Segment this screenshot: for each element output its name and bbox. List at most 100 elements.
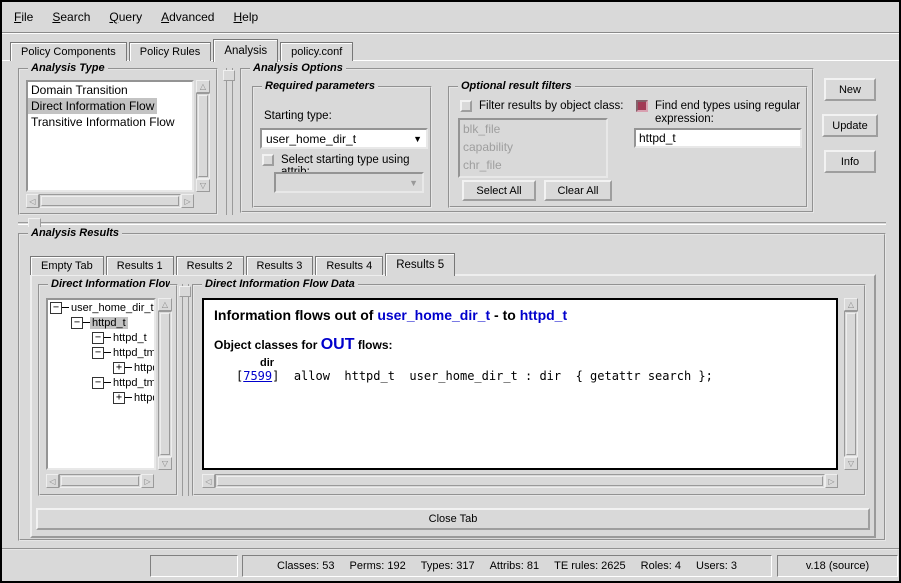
- scroll-track[interactable]: [844, 311, 858, 457]
- status-version-box: v.18 (source): [777, 555, 898, 577]
- tree-connector: [104, 352, 111, 353]
- required-parameters-panel: Required parameters Starting type: user_…: [252, 86, 432, 208]
- tab-analysis[interactable]: Analysis: [213, 39, 278, 62]
- tree-vscrollbar[interactable]: △ ▽: [158, 298, 172, 470]
- starting-type-combobox[interactable]: user_home_dir_t ▼: [260, 128, 428, 149]
- tab-results-2[interactable]: Results 2: [176, 256, 244, 275]
- scroll-left-icon[interactable]: ◁: [46, 474, 59, 488]
- tree-expander-icon[interactable]: −: [92, 332, 104, 344]
- flow-source-type: user_home_dir_t: [377, 307, 490, 323]
- tree-expander-icon[interactable]: −: [50, 302, 62, 314]
- tree-expander-icon[interactable]: −: [92, 377, 104, 389]
- scroll-left-icon[interactable]: ◁: [26, 194, 39, 208]
- analysis-type-option[interactable]: Domain Transition: [28, 82, 131, 98]
- tab-policy-components[interactable]: Policy Components: [10, 42, 127, 61]
- scroll-up-icon[interactable]: △: [844, 298, 858, 311]
- flow-data-panel: Direct Information Flow Data Information…: [192, 284, 866, 496]
- analysis-type-vscrollbar[interactable]: △ ▽: [196, 80, 210, 192]
- regex-checkbox[interactable]: [636, 100, 648, 112]
- dropdown-arrow-icon[interactable]: ▼: [413, 134, 422, 144]
- scroll-thumb[interactable]: [846, 313, 856, 455]
- menu-help[interactable]: Help: [233, 10, 258, 24]
- menu-search[interactable]: Search: [52, 10, 90, 24]
- results-vertical-sash[interactable]: [182, 284, 189, 496]
- filter-by-class-row: Filter results by object class:: [460, 100, 623, 112]
- scroll-down-icon[interactable]: ▽: [158, 457, 172, 470]
- menu-advanced[interactable]: Advanced: [161, 10, 214, 24]
- scroll-track[interactable]: [59, 474, 141, 488]
- tree-expander-icon[interactable]: +: [113, 362, 125, 374]
- analysis-options-panel: Analysis Options Required parameters Sta…: [240, 68, 814, 213]
- regex-checkbox-row: Find end types using regular expression:: [636, 100, 809, 126]
- sash-grip[interactable]: [223, 70, 235, 81]
- tree-hscrollbar[interactable]: ◁ ▷: [46, 474, 154, 488]
- scroll-left-icon[interactable]: ◁: [202, 474, 215, 488]
- scroll-right-icon[interactable]: ▷: [825, 474, 838, 488]
- data-hscrollbar[interactable]: ◁ ▷: [202, 474, 838, 488]
- tree-node[interactable]: −user_home_dir_t: [48, 300, 154, 315]
- analysis-results-panel: Analysis Results Empty Tab Results 1 Res…: [18, 233, 886, 541]
- tree-expander-icon[interactable]: −: [92, 347, 104, 359]
- scroll-thumb[interactable]: [198, 95, 208, 177]
- regex-input[interactable]: [634, 128, 802, 148]
- flow-data-text[interactable]: Information flows out of user_home_dir_t…: [202, 298, 838, 470]
- scroll-down-icon[interactable]: ▽: [844, 457, 858, 470]
- vertical-sash[interactable]: [226, 68, 233, 215]
- scroll-track[interactable]: [215, 474, 825, 488]
- scroll-right-icon[interactable]: ▷: [141, 474, 154, 488]
- rule-number-link[interactable]: 7599: [243, 369, 272, 383]
- analysis-type-list[interactable]: Domain Transition Direct Information Flo…: [26, 80, 194, 192]
- tree-node[interactable]: +httpd_t: [48, 390, 154, 405]
- sash-grip[interactable]: [179, 286, 191, 297]
- regex-checkbox-label: Find end types using regular expression:: [655, 100, 809, 126]
- attrib-checkbox[interactable]: [262, 154, 274, 166]
- scroll-thumb[interactable]: [217, 476, 823, 486]
- tree-node[interactable]: −httpd_tmp_t: [48, 345, 154, 360]
- analysis-type-option-selected[interactable]: Direct Information Flow: [28, 98, 157, 114]
- tab-policy-rules[interactable]: Policy Rules: [129, 42, 212, 61]
- analysis-type-hscrollbar[interactable]: ◁ ▷: [26, 194, 194, 208]
- scroll-right-icon[interactable]: ▷: [181, 194, 194, 208]
- tree-node[interactable]: +httpd_t: [48, 360, 154, 375]
- select-all-button[interactable]: Select All: [462, 180, 536, 201]
- scroll-thumb[interactable]: [41, 196, 179, 206]
- horizontal-sash[interactable]: [18, 222, 886, 225]
- scroll-up-icon[interactable]: △: [196, 80, 210, 93]
- tab-results-5[interactable]: Results 5: [385, 253, 455, 276]
- tree-node-selected[interactable]: −httpd_t: [48, 315, 154, 330]
- tab-policy-conf[interactable]: policy.conf: [280, 42, 353, 61]
- update-button[interactable]: Update: [822, 114, 878, 137]
- filter-by-class-checkbox[interactable]: [460, 100, 472, 112]
- tree-node[interactable]: −httpd_t: [48, 330, 154, 345]
- analysis-options-title: Analysis Options: [250, 62, 346, 74]
- stat-perms: Perms: 192: [350, 560, 406, 572]
- menu-file[interactable]: File: [14, 10, 33, 24]
- menu-query[interactable]: Query: [109, 10, 142, 24]
- analysis-type-option[interactable]: Transitive Information Flow: [28, 114, 178, 130]
- tab-results-3[interactable]: Results 3: [246, 256, 314, 275]
- tree-expander-icon[interactable]: −: [71, 317, 83, 329]
- tab-results-4[interactable]: Results 4: [315, 256, 383, 275]
- flow-tree[interactable]: −user_home_dir_t −httpd_t −httpd_t −http…: [46, 298, 156, 470]
- tree-expander-icon[interactable]: +: [113, 392, 125, 404]
- tab-results-1[interactable]: Results 1: [106, 256, 174, 275]
- close-tab-button[interactable]: Close Tab: [36, 508, 870, 530]
- tree-node[interactable]: −httpd_tmpfs_t: [48, 375, 154, 390]
- tab-empty-tab[interactable]: Empty Tab: [30, 256, 104, 275]
- status-stats-box: Classes: 53 Perms: 192 Types: 317 Attrib…: [242, 555, 772, 577]
- info-button[interactable]: Info: [824, 150, 876, 173]
- attrib-combobox: ▼: [274, 172, 424, 193]
- scroll-thumb[interactable]: [160, 313, 170, 455]
- clear-all-button[interactable]: Clear All: [544, 180, 612, 201]
- scroll-track[interactable]: [39, 194, 181, 208]
- object-class-list: blk_file capability chr_file: [458, 118, 608, 178]
- object-classes-line: Object classes for OUT flows:: [214, 336, 826, 354]
- scroll-track[interactable]: [158, 311, 172, 457]
- menu-bar: File Search Query Advanced Help: [2, 2, 899, 32]
- scroll-down-icon[interactable]: ▽: [196, 179, 210, 192]
- new-button[interactable]: New: [824, 78, 876, 101]
- scroll-track[interactable]: [196, 93, 210, 179]
- scroll-up-icon[interactable]: △: [158, 298, 172, 311]
- scroll-thumb[interactable]: [61, 476, 139, 486]
- data-vscrollbar[interactable]: △ ▽: [844, 298, 858, 470]
